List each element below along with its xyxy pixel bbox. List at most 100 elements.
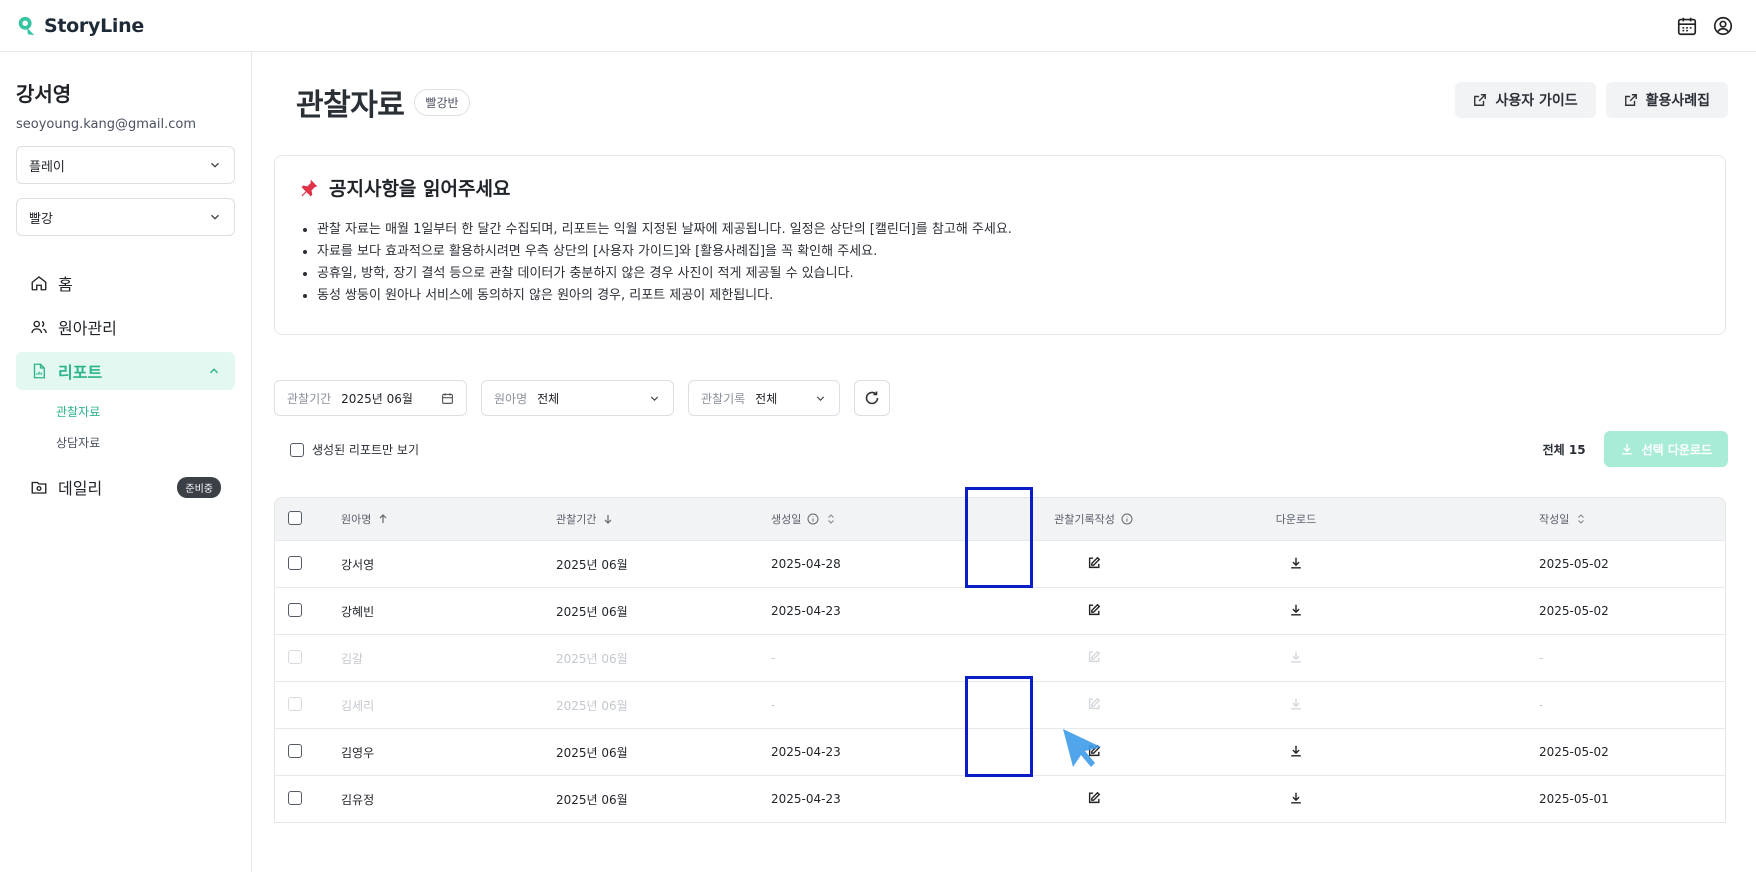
sort-by-name[interactable]: 원아명 xyxy=(341,511,556,527)
download-icon xyxy=(1621,443,1632,455)
edit-icon xyxy=(1088,791,1100,803)
case-book-button[interactable]: 활용사례집 xyxy=(1605,82,1728,118)
row-checkbox xyxy=(288,696,302,711)
program-select[interactable]: 플레이 xyxy=(16,146,235,184)
observation-period: 2025년 06월 xyxy=(556,651,628,666)
only-generated-checkbox[interactable] xyxy=(290,442,304,457)
header-name: 원아명 xyxy=(341,513,372,526)
edit-icon xyxy=(1088,603,1100,615)
sort-by-period[interactable]: 관찰기간 xyxy=(556,511,771,527)
daily-folder-icon xyxy=(31,481,47,494)
app-logo[interactable]: StoryLine xyxy=(16,15,144,37)
home-icon xyxy=(31,276,47,291)
download-row-button[interactable] xyxy=(1289,744,1303,761)
sort-by-created[interactable]: 생성일 xyxy=(771,511,986,527)
sidebar-item-label: 홈 xyxy=(58,275,73,294)
class-chip: 빨강반 xyxy=(414,88,470,116)
calendar-icon[interactable] xyxy=(1676,15,1698,37)
sidebar-item-daily[interactable]: 데일리 준비중 xyxy=(16,468,235,506)
download-row-button[interactable] xyxy=(1289,556,1303,573)
sidebar-subitem-observation[interactable]: 관찰자료 xyxy=(56,396,235,427)
chevron-down-icon xyxy=(650,395,659,401)
header-period: 관찰기간 xyxy=(556,513,597,526)
only-generated-label: 생성된 리포트만 보기 xyxy=(312,443,419,457)
edit-icon xyxy=(1088,556,1100,568)
table-row: 김갈 2025년 06월 - - xyxy=(275,634,1725,681)
case-book-label: 활용사례집 xyxy=(1645,93,1710,109)
external-link-icon xyxy=(1474,94,1487,106)
top-bar: StoryLine xyxy=(0,0,1756,52)
refresh-button[interactable] xyxy=(854,380,890,416)
download-selected-label: 선택 다운로드 xyxy=(1641,442,1712,457)
chevron-down-icon xyxy=(211,162,219,168)
user-guide-button[interactable]: 사용자 가이드 xyxy=(1455,82,1596,118)
write-record-button[interactable] xyxy=(1087,791,1101,808)
info-icon[interactable] xyxy=(807,513,819,525)
storyline-logo-icon xyxy=(18,16,35,35)
only-generated-toggle[interactable]: 생성된 리포트만 보기 xyxy=(290,441,419,458)
user-email: seoyoung.kang@gmail.com xyxy=(16,117,196,132)
row-checkbox[interactable] xyxy=(288,743,302,758)
download-row-button[interactable] xyxy=(1289,791,1303,808)
child-name: 김세리 xyxy=(341,698,375,713)
child-name: 강혜빈 xyxy=(341,604,375,619)
row-checkbox[interactable] xyxy=(288,790,302,805)
edit-icon xyxy=(1088,650,1100,662)
row-checkbox[interactable] xyxy=(288,602,302,617)
write-record-button[interactable] xyxy=(1087,603,1101,620)
period-filter[interactable]: 관찰기간 2025년 06월 xyxy=(274,380,467,416)
coming-soon-badge: 준비중 xyxy=(177,476,221,498)
row-checkbox[interactable] xyxy=(288,555,302,570)
child-filter-label: 원아명 xyxy=(494,391,528,406)
edit-icon xyxy=(1088,697,1100,709)
info-icon[interactable] xyxy=(1121,513,1133,525)
created-date: 2025-04-23 xyxy=(771,792,841,806)
sidebar-item-label: 데일리 xyxy=(58,479,103,498)
created-date: - xyxy=(771,651,776,665)
notice-box: 공지사항을 읽어주세요 관찰 자료는 매월 1일부터 한 달간 수집되며, 리포… xyxy=(274,155,1726,335)
sidebar-item-label: 리포트 xyxy=(58,363,103,382)
created-date: 2025-04-23 xyxy=(771,604,841,618)
sidebar-item-report[interactable]: 리포트 xyxy=(16,352,235,390)
notice-title: 공지사항을 읽어주세요 xyxy=(329,178,511,200)
sidebar-item-children[interactable]: 원아관리 xyxy=(16,308,235,346)
child-name: 강서영 xyxy=(341,557,375,572)
row-checkbox xyxy=(288,649,302,664)
written-date: 2025-05-02 xyxy=(1539,557,1609,571)
written-date: 2025-05-02 xyxy=(1539,604,1609,618)
child-name: 김영우 xyxy=(341,745,375,760)
period-filter-value: 2025년 06월 xyxy=(341,391,413,406)
child-name: 김갈 xyxy=(341,651,364,666)
header-record-write: 관찰기록작성 xyxy=(1054,511,1133,527)
sort-by-written[interactable]: 작성일 xyxy=(1539,511,1725,527)
record-filter-label: 관찰기록 xyxy=(701,391,746,406)
notice-item: 공휴일, 방학, 장기 결석 등으로 관찰 데이터가 충분하지 않은 경우 사진… xyxy=(317,263,1701,285)
class-select[interactable]: 빨강 xyxy=(16,198,235,236)
account-icon[interactable] xyxy=(1712,15,1734,37)
download-icon xyxy=(1291,792,1301,804)
sidebar-item-home[interactable]: 홈 xyxy=(16,264,235,302)
child-name: 김유정 xyxy=(341,792,375,807)
download-row-button[interactable] xyxy=(1289,603,1303,620)
page-title: 관찰자료 xyxy=(296,88,405,123)
sort-desc-icon xyxy=(605,515,612,524)
report-file-icon xyxy=(33,363,45,379)
record-filter[interactable]: 관찰기록 전체 xyxy=(688,380,840,416)
sidebar-nav: 홈 원아관리 리포트 관찰자료 상담자료 데일리 준비중 xyxy=(16,264,235,506)
notice-item: 동성 쌍둥이 원아나 서비스에 동의하지 않은 원아의 경우, 리포트 제공이 … xyxy=(317,285,1701,307)
external-link-icon xyxy=(1624,94,1637,106)
download-icon xyxy=(1291,557,1301,569)
written-date: 2025-05-02 xyxy=(1539,745,1609,759)
download-row-button xyxy=(1289,697,1303,714)
created-date: - xyxy=(771,698,776,712)
calendar-icon xyxy=(442,392,453,404)
child-filter[interactable]: 원아명 전체 xyxy=(481,380,674,416)
sidebar-subitem-counseling[interactable]: 상담자료 xyxy=(56,427,235,458)
chevron-down-icon xyxy=(816,395,825,401)
write-record-button[interactable] xyxy=(1087,556,1101,573)
select-all-checkbox[interactable] xyxy=(288,510,302,525)
written-date: 2025-05-01 xyxy=(1539,792,1609,806)
observation-period: 2025년 06월 xyxy=(556,792,628,807)
download-selected-button[interactable]: 선택 다운로드 xyxy=(1603,431,1728,467)
header-download: 다운로드 xyxy=(1275,513,1317,526)
